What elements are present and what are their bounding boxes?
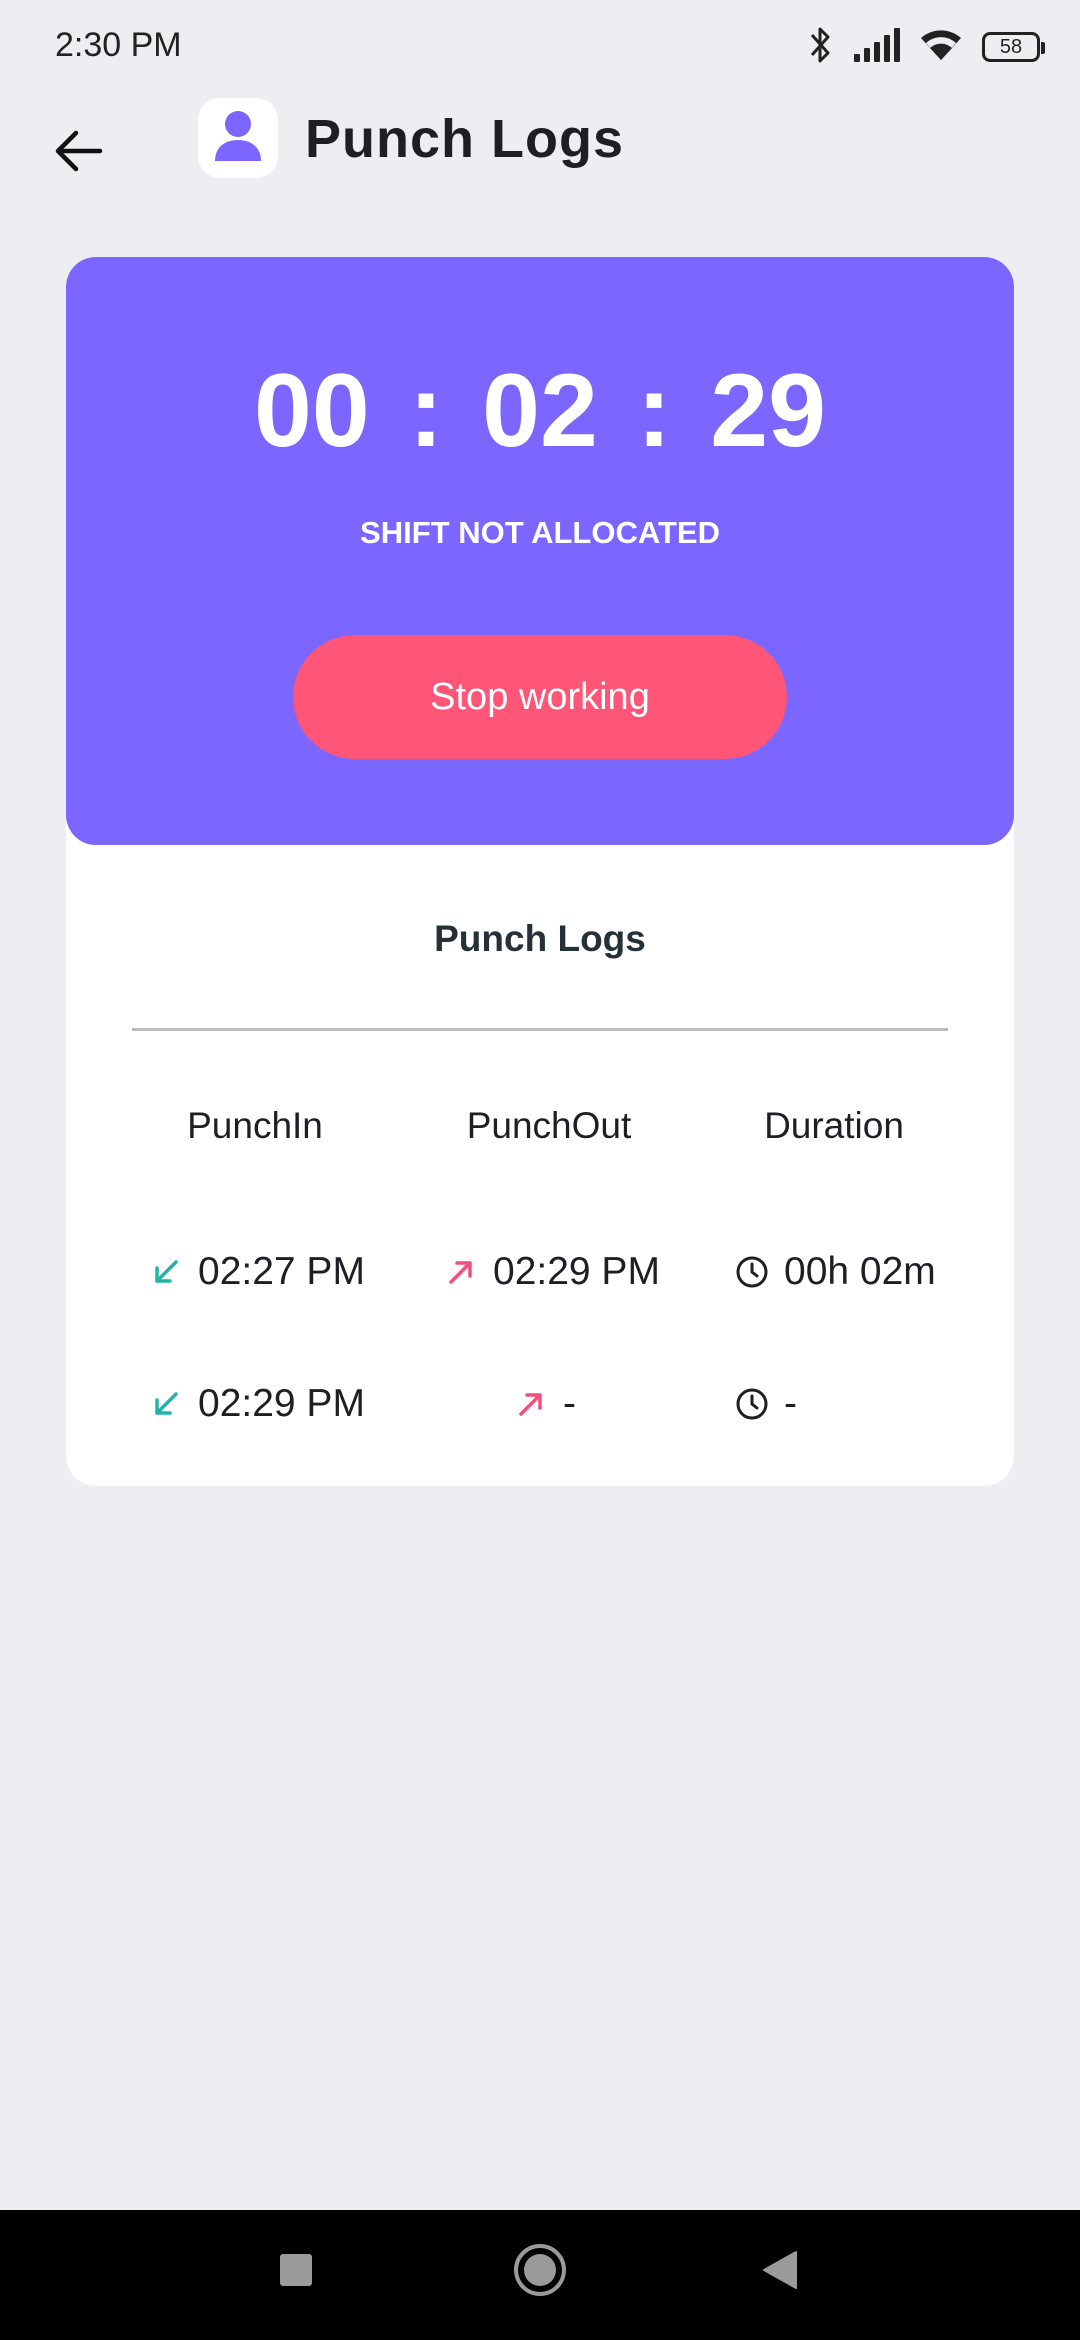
duration-value: -: [784, 1382, 797, 1425]
column-header-punch-out: PunchOut: [466, 1105, 632, 1146]
page-title: Punch Logs: [305, 109, 624, 169]
punch-in-time: 02:29 PM: [198, 1382, 365, 1425]
punch-out-time: -: [563, 1382, 576, 1425]
stop-working-button[interactable]: Stop working: [293, 635, 787, 759]
wifi-icon: [918, 28, 964, 67]
battery-level: 58: [999, 35, 1023, 58]
arrow-up-right-icon: [441, 1252, 481, 1292]
timer-card: 00 : 02 : 29 SHIFT NOT ALLOCATED Stop wo…: [66, 257, 1014, 845]
row-2-duration: -: [732, 1382, 797, 1426]
arrow-down-left-icon: [146, 1252, 186, 1292]
arrow-down-left-icon: [146, 1384, 186, 1424]
recents-button[interactable]: [256, 2232, 336, 2312]
clock-icon: [732, 1252, 772, 1292]
avatar: [198, 98, 278, 178]
bluetooth-icon: [808, 25, 834, 70]
row-1-punch-out: 02:29 PM: [441, 1250, 660, 1294]
navigation-bar: [0, 2210, 1080, 2340]
shift-status: SHIFT NOT ALLOCATED: [360, 515, 720, 550]
row-2-punch-out: -: [511, 1382, 576, 1426]
square-icon: [279, 2253, 313, 2292]
punch-out-time: 02:29 PM: [493, 1250, 660, 1293]
back-button[interactable]: [40, 115, 116, 191]
home-circle-icon: [512, 2242, 568, 2303]
person-icon: [213, 109, 263, 168]
punch-logs-card: Punch Logs PunchIn PunchOut Duration 02:…: [66, 800, 1014, 1486]
duration-value: 00h 02m: [784, 1250, 936, 1293]
column-header-duration: Duration: [764, 1105, 904, 1146]
back-nav-button[interactable]: [740, 2232, 820, 2312]
status-icons: 58: [808, 22, 1045, 72]
home-button[interactable]: [500, 2232, 580, 2312]
battery-icon: 58: [982, 32, 1045, 62]
arrow-up-right-icon: [511, 1384, 551, 1424]
clock-icon: [732, 1384, 772, 1424]
divider: [132, 1028, 948, 1031]
arrow-left-icon: [52, 129, 104, 178]
elapsed-timer: 00 : 02 : 29: [254, 353, 826, 469]
row-2-punch-in: 02:29 PM: [146, 1382, 365, 1426]
logs-title: Punch Logs: [434, 918, 646, 959]
signal-icon: [852, 27, 900, 67]
triangle-back-icon: [762, 2250, 798, 2295]
column-header-punch-in: PunchIn: [187, 1105, 323, 1146]
punch-in-time: 02:27 PM: [198, 1250, 365, 1293]
status-time: 2:30 PM: [55, 26, 182, 64]
row-1-punch-in: 02:27 PM: [146, 1250, 365, 1294]
row-1-duration: 00h 02m: [732, 1250, 936, 1294]
status-bar: 2:30 PM 58: [0, 0, 1080, 90]
